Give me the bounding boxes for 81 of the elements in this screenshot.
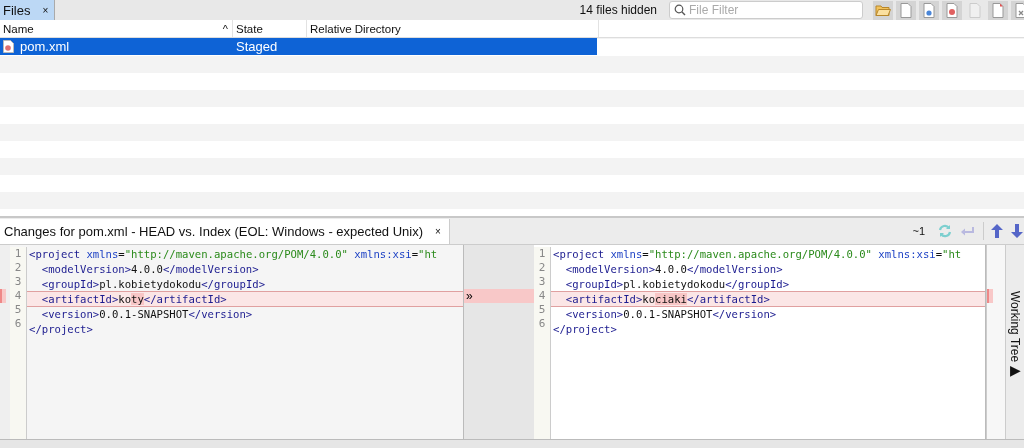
line-number: 2: [537, 261, 547, 275]
xml-text: 4.0.0: [131, 263, 163, 275]
xml-text: 4.0.0: [655, 263, 687, 275]
xml-tag: </modelVersion>: [162, 263, 259, 275]
xml-text: =: [642, 248, 649, 260]
merge-button[interactable]: »: [464, 289, 473, 303]
xml-text: 0.0.1-SNAPSHOT: [623, 308, 713, 320]
xml-tag: </modelVersion>: [686, 263, 783, 275]
changed-text: ty: [131, 293, 144, 305]
xml-string: "ht: [942, 248, 962, 260]
xml-text: =: [411, 248, 419, 260]
xml-text: =: [935, 248, 943, 260]
column-header[interactable]: Name ^: [0, 20, 233, 37]
line-number: 3: [537, 275, 547, 289]
xml-text: =: [118, 248, 125, 260]
xml-tag: <groupId>: [29, 278, 100, 290]
files-tab[interactable]: Files ×: [0, 0, 56, 20]
xml-tag: <version>: [29, 308, 100, 320]
xml-attribute: xmlns:xsi: [877, 248, 936, 260]
column-header[interactable]: Relative Directory: [307, 20, 599, 37]
document-button[interactable]: [988, 0, 1008, 20]
xml-string: "http://maven.apache.org/POM/4.0.0": [124, 248, 348, 260]
change-count: ~1: [912, 225, 925, 237]
xml-text: 0.0.1-SNAPSHOT: [99, 308, 189, 320]
xml-tag: </project>: [553, 323, 617, 335]
file-state: Staged: [235, 38, 279, 55]
xml-tag: </groupId>: [201, 278, 265, 290]
xml-tag: </version>: [712, 308, 777, 320]
xml-text: ko: [642, 293, 656, 305]
xml-tag: </version>: [188, 308, 253, 320]
column-header[interactable]: State: [233, 20, 307, 37]
xml-string: "http://maven.apache.org/POM/4.0.0": [648, 248, 872, 260]
xml-tag: <version>: [553, 308, 624, 320]
xml-text: ko: [118, 293, 132, 305]
xml-tag: <groupId>: [553, 278, 624, 290]
line-number: 6: [537, 317, 547, 331]
line-number: 1: [13, 247, 23, 261]
file-row[interactable]: pom.xml Staged: [0, 38, 597, 55]
xml-string: "ht: [418, 248, 438, 260]
down-arrow-icon[interactable]: [1010, 223, 1024, 239]
xml-attribute: xmlns:xsi: [353, 248, 412, 260]
line-number: 4: [13, 289, 23, 303]
up-arrow-icon[interactable]: [990, 223, 1004, 239]
changed-text: ciaki: [655, 293, 687, 305]
xml-tag: </artifactId>: [686, 293, 770, 305]
line-number: 4: [537, 289, 547, 303]
line-number: 1: [537, 247, 547, 261]
xml-attribute: xmlns: [85, 248, 119, 260]
close-icon[interactable]: ×: [42, 4, 49, 16]
document-button[interactable]: [919, 0, 939, 20]
change-marker: [987, 289, 993, 303]
xml-tag: <modelVersion>: [553, 263, 656, 275]
line-number: 2: [13, 261, 23, 275]
document-button[interactable]: [896, 0, 916, 20]
refresh-icon[interactable]: [937, 223, 953, 239]
xml-tag: <project: [553, 248, 605, 260]
line-number: 5: [537, 303, 547, 317]
xml-file-icon: [3, 40, 14, 53]
document-button[interactable]: [942, 0, 962, 20]
hidden-count: 14 files hidden: [579, 3, 657, 17]
xml-text: pl.kobietydokodu: [99, 278, 202, 290]
xml-tag: </project>: [29, 323, 93, 335]
xml-tag: </artifactId>: [143, 293, 227, 305]
line-number: 5: [13, 303, 23, 317]
folder-button[interactable]: [873, 0, 893, 20]
xml-attribute: xmlns: [609, 248, 643, 260]
close-icon[interactable]: ×: [435, 225, 441, 237]
xml-tag: <artifactId>: [29, 293, 119, 305]
xml-tag: <artifactId>: [553, 293, 643, 305]
side-tab[interactable]: Working Tree ▶: [1005, 245, 1024, 439]
xml-text: pl.kobietydokodu: [623, 278, 726, 290]
search-icon: [674, 4, 686, 16]
xml-tag: </groupId>: [725, 278, 789, 290]
file-name: pom.xml: [20, 39, 70, 54]
filter-field[interactable]: File Filter: [669, 1, 863, 19]
diff-tab[interactable]: Changes for pom.xml - HEAD vs. Index (EOL: Windows - expected Unix) ×: [0, 218, 450, 244]
line-number: 6: [13, 317, 23, 331]
xml-tag: <modelVersion>: [29, 263, 132, 275]
line-number: 3: [13, 275, 23, 289]
change-marker: [0, 289, 6, 303]
xml-tag: <project: [29, 248, 81, 260]
